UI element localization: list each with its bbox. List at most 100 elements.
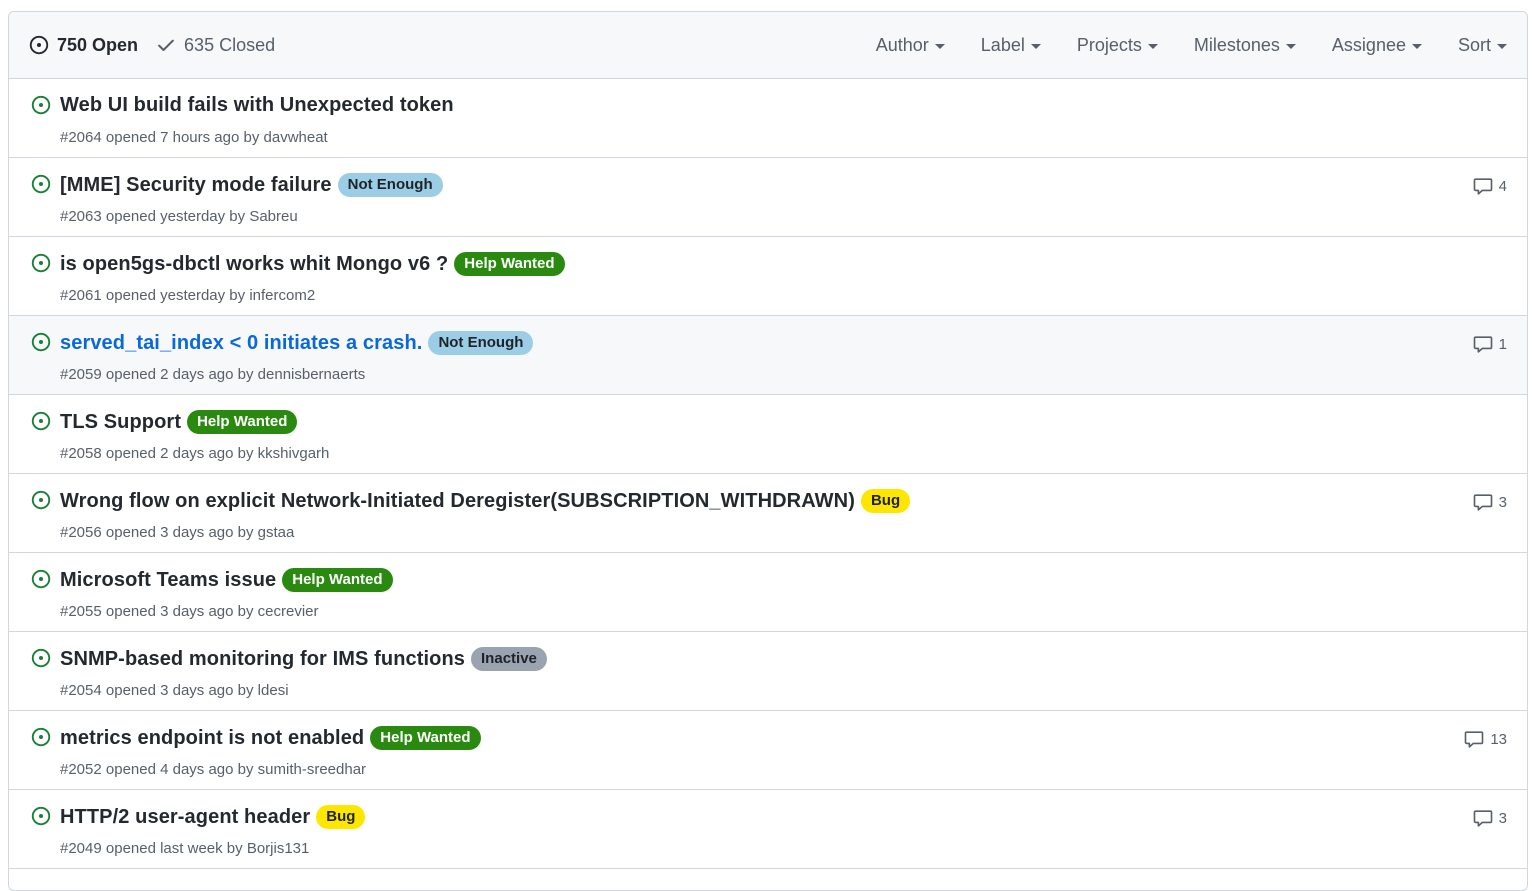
issue-label[interactable]: Inactive [471, 647, 547, 671]
issue-comments-link[interactable]: 3 [1473, 492, 1507, 512]
issues-list-box: 750 Open 635 Closed Author Label Project… [8, 11, 1528, 891]
caret-down-icon [1411, 43, 1422, 49]
state-toggles: 750 Open 635 Closed [9, 35, 275, 56]
issue-opened-icon [31, 95, 51, 115]
filter-milestones[interactable]: Milestones [1194, 35, 1296, 56]
issue-row: [MME] Security mode failure Not Enough #… [9, 158, 1527, 237]
issue-title-link[interactable]: metrics endpoint is not enabled [60, 727, 364, 750]
issue-author-link[interactable]: dennisbernaerts [258, 366, 366, 383]
issue-title-line: TLS Support Help Wanted [60, 410, 298, 434]
issue-opened-icon [31, 174, 51, 194]
issue-opened-icon [31, 253, 51, 273]
issue-author-link[interactable]: ldesi [258, 682, 289, 699]
issue-author-link[interactable]: Borjis131 [247, 840, 310, 857]
filter-sort[interactable]: Sort [1458, 35, 1507, 56]
closed-issues-toggle[interactable]: 635 Closed [156, 35, 275, 56]
issue-opened-icon [31, 806, 51, 826]
issue-title-line: Wrong flow on explicit Network-Initiated… [60, 489, 911, 513]
issue-title-link[interactable]: SNMP-based monitoring for IMS functions [60, 648, 465, 671]
issue-title-line: metrics endpoint is not enabled Help Wan… [60, 726, 481, 750]
issue-author-link[interactable]: kkshivgarh [258, 445, 330, 462]
comment-icon [1465, 731, 1484, 748]
issue-label[interactable]: Not Enough [337, 173, 443, 197]
issue-opened-icon [31, 569, 51, 589]
issue-meta-text: #2054 opened 3 days ago by [60, 682, 258, 699]
issue-meta: #2052 opened 4 days ago by sumith-sreedh… [60, 761, 366, 778]
issue-label[interactable]: Help Wanted [370, 726, 481, 750]
issue-meta: #2054 opened 3 days ago by ldesi [60, 682, 289, 699]
issue-title-link[interactable]: HTTP/2 user-agent header [60, 806, 310, 829]
comment-icon [1473, 178, 1492, 195]
filter-author[interactable]: Author [876, 35, 945, 56]
issue-row: Microsoft Teams issue Help Wanted #2055 … [9, 553, 1527, 632]
issue-comment-count: 3 [1498, 493, 1507, 511]
issue-title-link[interactable]: Web UI build fails with Unexpected token [60, 94, 454, 117]
issue-meta: #2061 opened yesterday by infercom2 [60, 287, 315, 304]
issue-comment-count: 4 [1498, 177, 1507, 195]
issue-row: Wrong flow on explicit Network-Initiated… [9, 474, 1527, 553]
issue-author-link[interactable]: gstaa [258, 524, 295, 541]
issue-title-line: HTTP/2 user-agent header Bug [60, 805, 366, 829]
issue-label[interactable]: Bug [860, 489, 911, 513]
issues-list-header: 750 Open 635 Closed Author Label Project… [9, 12, 1527, 79]
issue-meta: #2063 opened yesterday by Sabreu [60, 208, 298, 225]
issue-comments-link[interactable]: 4 [1473, 176, 1507, 196]
issue-label[interactable]: Help Wanted [282, 568, 393, 592]
caret-down-icon [1147, 43, 1158, 49]
issue-opened-icon [31, 648, 51, 668]
issue-title-link[interactable]: Wrong flow on explicit Network-Initiated… [60, 490, 855, 513]
issue-label[interactable]: Not Enough [428, 331, 534, 355]
issue-meta: #2055 opened 3 days ago by cecrevier [60, 603, 319, 620]
comment-icon [1473, 810, 1492, 827]
issue-title-link[interactable]: is open5gs-dbctl works whit Mongo v6 ? [60, 253, 448, 276]
filter-projects[interactable]: Projects [1077, 35, 1158, 56]
issue-opened-icon [31, 490, 51, 510]
issue-row: served_tai_index < 0 initiates a crash. … [9, 316, 1527, 395]
issue-meta-text: #2055 opened 3 days ago by [60, 603, 258, 620]
issue-title-line: SNMP-based monitoring for IMS functions … [60, 647, 547, 671]
open-count-label: 750 Open [57, 34, 139, 55]
issue-comments-link[interactable]: 3 [1473, 808, 1507, 828]
filter-assignee-label: Assignee [1331, 34, 1406, 55]
issue-title-link[interactable]: served_tai_index < 0 initiates a crash. [60, 332, 422, 355]
open-issues-toggle[interactable]: 750 Open [29, 35, 138, 56]
issue-label[interactable]: Bug [316, 805, 366, 829]
issue-row: is open5gs-dbctl works whit Mongo v6 ? H… [9, 237, 1527, 316]
filter-label-label: Label [980, 34, 1025, 55]
issue-title-line: served_tai_index < 0 initiates a crash. … [60, 331, 534, 355]
issue-title-link[interactable]: Microsoft Teams issue [60, 569, 276, 592]
issue-author-link[interactable]: davwheat [264, 129, 328, 146]
issue-meta: #2064 opened 7 hours ago by davwheat [60, 129, 328, 146]
issue-title-line: Microsoft Teams issue Help Wanted [60, 568, 393, 592]
issue-meta: #2058 opened 2 days ago by kkshivgarh [60, 445, 329, 462]
issue-meta-text: #2061 opened yesterday by [60, 287, 250, 304]
check-icon [158, 39, 174, 51]
issue-rows: Web UI build fails with Unexpected token… [9, 79, 1527, 869]
issue-title-line: is open5gs-dbctl works whit Mongo v6 ? H… [60, 252, 565, 276]
issue-comment-count: 1 [1498, 335, 1507, 353]
issue-opened-icon [31, 411, 51, 431]
issue-meta-text: #2049 opened last week by [60, 840, 247, 857]
issue-row: Web UI build fails with Unexpected token… [9, 79, 1527, 158]
comment-icon [1473, 336, 1492, 353]
issue-author-link[interactable]: sumith-sreedhar [258, 761, 366, 778]
issue-opened-icon [31, 727, 51, 747]
issue-title-line: Web UI build fails with Unexpected token [60, 94, 454, 117]
issue-meta-text: #2064 opened 7 hours ago by [60, 129, 264, 146]
issue-author-link[interactable]: infercom2 [249, 287, 315, 304]
issue-title-link[interactable]: [MME] Security mode failure [60, 174, 332, 197]
issue-meta-text: #2063 opened yesterday by [60, 208, 250, 225]
issue-author-link[interactable]: cecrevier [258, 603, 319, 620]
issue-title-link[interactable]: TLS Support [60, 411, 181, 434]
issue-author-link[interactable]: Sabreu [249, 208, 297, 225]
filter-assignee[interactable]: Assignee [1332, 35, 1422, 56]
issue-label[interactable]: Help Wanted [187, 410, 298, 434]
issue-row: TLS Support Help Wanted #2058 opened 2 d… [9, 395, 1527, 474]
filter-label[interactable]: Label [981, 35, 1041, 56]
issue-label[interactable]: Help Wanted [454, 252, 565, 276]
issue-comments-link[interactable]: 1 [1473, 334, 1507, 354]
issue-row: HTTP/2 user-agent header Bug #2049 opene… [9, 790, 1527, 869]
issue-comment-count: 3 [1498, 809, 1507, 827]
comment-icon [1473, 494, 1492, 511]
issue-comments-link[interactable]: 13 [1464, 729, 1507, 749]
